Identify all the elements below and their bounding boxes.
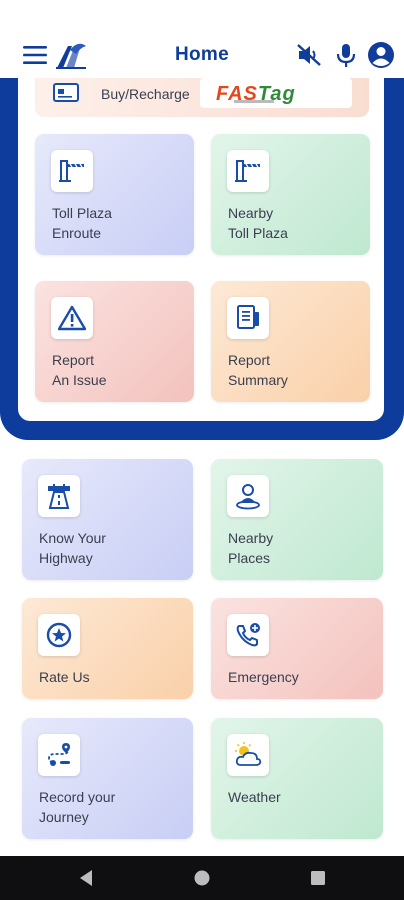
warning-triangle-icon <box>51 297 93 339</box>
volume-muted-icon[interactable] <box>294 40 324 70</box>
tile-label: Rate Us <box>39 669 90 685</box>
system-navigation-bar <box>0 856 404 900</box>
microphone-icon[interactable] <box>331 40 361 70</box>
highway-road-icon <box>38 475 80 517</box>
tile-emergency[interactable]: Emergency <box>211 598 383 699</box>
tile-label: Nearby Places <box>228 530 274 566</box>
location-person-icon <box>227 475 269 517</box>
back-icon[interactable] <box>76 868 96 888</box>
quick-actions-panel: Buy/Recharge FASTag Toll Plaza Enroute N… <box>0 78 404 440</box>
phone-call-icon <box>227 614 269 656</box>
sun-cloud-icon <box>227 734 269 776</box>
tile-label: Report Summary <box>228 352 288 388</box>
toll-gate-icon <box>51 150 93 192</box>
fastag-logo: FASTag <box>200 78 352 108</box>
tile-report-an-issue[interactable]: Report An Issue <box>35 281 194 402</box>
quick-actions-panel-inner: Buy/Recharge FASTag Toll Plaza Enroute N… <box>18 78 384 421</box>
toll-gate-icon <box>227 150 269 192</box>
tile-label: Nearby Toll Plaza <box>228 205 288 241</box>
home-circle-icon[interactable] <box>192 868 212 888</box>
tile-label: Emergency <box>228 669 299 685</box>
tile-report-summary[interactable]: Report Summary <box>211 281 370 402</box>
account-circle-icon[interactable] <box>366 40 396 70</box>
app-bar: Home <box>0 0 404 78</box>
report-document-icon <box>227 297 269 339</box>
route-path-icon <box>38 734 80 776</box>
fastag-banner-label: Buy/Recharge <box>101 86 190 102</box>
tile-label: Toll Plaza Enroute <box>52 205 112 241</box>
tile-rate-us[interactable]: Rate Us <box>22 598 193 699</box>
card-icon <box>53 82 81 104</box>
tile-know-your-highway[interactable]: Know Your Highway <box>22 459 193 580</box>
tile-label: Report An Issue <box>52 352 107 388</box>
tile-nearby-places[interactable]: Nearby Places <box>211 459 383 580</box>
fastag-buy-recharge-banner[interactable]: Buy/Recharge FASTag <box>35 78 369 117</box>
tile-label: Weather <box>228 789 281 805</box>
tile-record-your-journey[interactable]: Record your Journey <box>22 718 193 839</box>
tile-label: Know Your Highway <box>39 530 106 566</box>
tile-label: Record your Journey <box>39 789 116 825</box>
recents-square-icon[interactable] <box>308 868 328 888</box>
tile-toll-plaza-enroute[interactable]: Toll Plaza Enroute <box>35 134 194 255</box>
tile-weather[interactable]: Weather <box>211 718 383 839</box>
star-badge-icon <box>38 614 80 656</box>
tile-nearby-toll-plaza[interactable]: Nearby Toll Plaza <box>211 134 370 255</box>
